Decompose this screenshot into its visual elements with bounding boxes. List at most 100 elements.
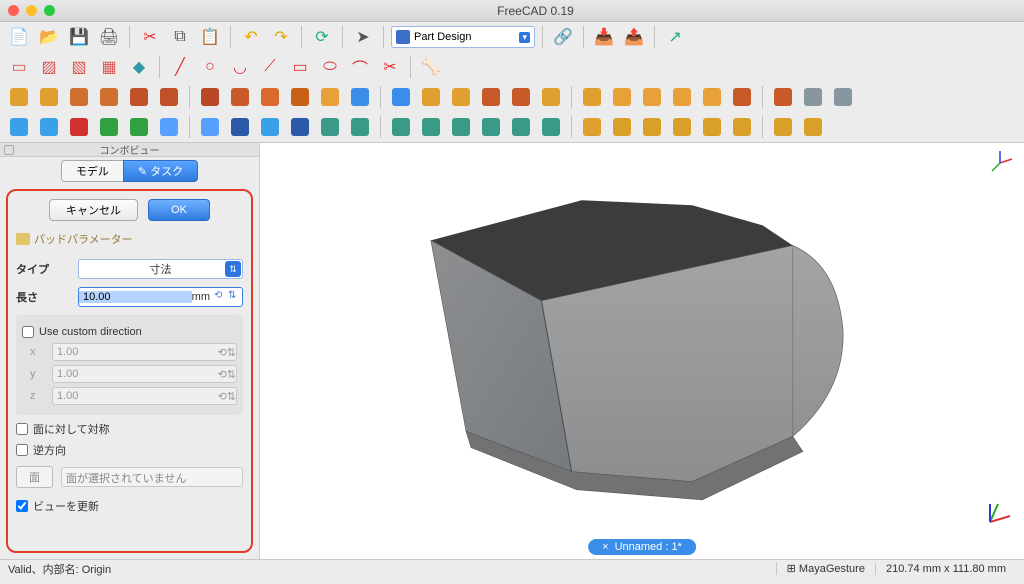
cut-icon[interactable]: ✂ (137, 24, 163, 50)
sketch-leave-icon[interactable]: ▦ (96, 54, 122, 80)
p26-icon[interactable] (800, 84, 826, 110)
status-nav[interactable]: ⊞ MayaGesture (776, 562, 875, 575)
v5-icon[interactable] (448, 114, 474, 140)
tab-model[interactable]: モデル (61, 160, 123, 182)
v1-icon[interactable] (317, 114, 343, 140)
paste-icon[interactable]: 📋 (197, 24, 223, 50)
length-input[interactable]: mm ⟲ ⇅ (78, 287, 243, 307)
cursor-icon[interactable]: ➤ (350, 24, 376, 50)
slot-icon[interactable]: ⬭ (317, 54, 343, 80)
length-value[interactable] (79, 291, 192, 303)
m4-icon[interactable] (699, 114, 725, 140)
p8-icon[interactable] (227, 84, 253, 110)
spin-updown-icon[interactable]: ⇅ (228, 290, 242, 304)
undo-icon[interactable]: ↶ (238, 24, 264, 50)
minimize-window-button[interactable] (26, 5, 37, 16)
fit-icon[interactable] (6, 114, 32, 140)
p22-icon[interactable] (669, 84, 695, 110)
p6-icon[interactable] (156, 84, 182, 110)
zoom-icon[interactable] (36, 114, 62, 140)
p20-icon[interactable] (609, 84, 635, 110)
zplus-icon[interactable] (257, 114, 283, 140)
close-window-button[interactable] (8, 5, 19, 16)
line-icon[interactable]: ╱ (167, 54, 193, 80)
bone-icon[interactable]: 🦴 (418, 54, 444, 80)
m3-icon[interactable] (669, 114, 695, 140)
p16-icon[interactable] (478, 84, 504, 110)
custom-direction-checkbox[interactable]: Use custom direction (22, 326, 237, 338)
type-select[interactable]: 寸法 ⇅ (78, 259, 243, 279)
p13-icon[interactable] (388, 84, 414, 110)
sketch-new-icon[interactable]: ▭ (6, 54, 32, 80)
link-icon[interactable]: 🔗 (550, 24, 576, 50)
sketch-map-icon[interactable]: ▧ (66, 54, 92, 80)
ok-button[interactable]: OK (148, 199, 210, 221)
iso-icon[interactable] (227, 114, 253, 140)
p2-icon[interactable] (36, 84, 62, 110)
panel-grip-icon[interactable] (4, 145, 14, 155)
p17-icon[interactable] (508, 84, 534, 110)
p11-icon[interactable] (317, 84, 343, 110)
workbench-selector[interactable]: Part Design ▾ (391, 26, 535, 48)
fillet-icon[interactable]: ⌒ (347, 54, 373, 80)
p10-icon[interactable] (287, 84, 313, 110)
v8-icon[interactable] (538, 114, 564, 140)
m6-icon[interactable] (770, 114, 796, 140)
arc-icon[interactable]: ◡ (227, 54, 253, 80)
face-field[interactable]: 面が選択されていません (61, 467, 243, 487)
p14-icon[interactable] (418, 84, 444, 110)
v3-icon[interactable] (388, 114, 414, 140)
p19-icon[interactable] (579, 84, 605, 110)
left-icon[interactable] (156, 114, 182, 140)
right-icon[interactable] (197, 114, 223, 140)
p25-icon[interactable] (770, 84, 796, 110)
select-icon[interactable] (96, 114, 122, 140)
p3-icon[interactable] (66, 84, 92, 110)
noview-icon[interactable] (66, 114, 92, 140)
p4-icon[interactable] (96, 84, 122, 110)
circle-icon[interactable]: ○ (197, 54, 223, 80)
p24-icon[interactable] (729, 84, 755, 110)
measure-icon[interactable] (579, 114, 605, 140)
share-icon[interactable]: ↗ (662, 24, 688, 50)
p15-icon[interactable] (448, 84, 474, 110)
rectangle-icon[interactable]: ▭ (287, 54, 313, 80)
tab-task[interactable]: ✎タスク (123, 160, 198, 182)
sketch-validate-icon[interactable]: ◆ (126, 54, 152, 80)
v4-icon[interactable] (418, 114, 444, 140)
symmetric-checkbox[interactable]: 面に対して対称 (16, 421, 243, 437)
3d-viewport[interactable]: × Unnamed : 1* (260, 143, 1024, 559)
update-view-checkbox[interactable]: ビューを更新 (16, 498, 243, 514)
new-file-icon[interactable]: 📄 (6, 24, 32, 50)
p23-icon[interactable] (699, 84, 725, 110)
reversed-checkbox[interactable]: 逆方向 (16, 442, 243, 458)
box-icon[interactable] (126, 114, 152, 140)
document-tab[interactable]: × Unnamed : 1* (588, 539, 696, 555)
p12-icon[interactable] (347, 84, 373, 110)
p1-icon[interactable] (6, 84, 32, 110)
trim-icon[interactable]: ✂ (377, 54, 403, 80)
p18-icon[interactable] (538, 84, 564, 110)
p5-icon[interactable] (126, 84, 152, 110)
v6-icon[interactable] (478, 114, 504, 140)
zoom-window-button[interactable] (44, 5, 55, 16)
export-icon[interactable]: 📤 (621, 24, 647, 50)
iso2-icon[interactable] (287, 114, 313, 140)
copy-icon[interactable]: ⧉ (167, 24, 193, 50)
cancel-button[interactable]: キャンセル (49, 199, 138, 221)
sketch-edit-icon[interactable]: ▨ (36, 54, 62, 80)
close-tab-icon[interactable]: × (602, 541, 608, 553)
m5-icon[interactable] (729, 114, 755, 140)
m7-icon[interactable] (800, 114, 826, 140)
p21-icon[interactable] (639, 84, 665, 110)
p7-icon[interactable] (197, 84, 223, 110)
face-button[interactable]: 面 (16, 466, 53, 488)
spin-reset-icon[interactable]: ⟲ (214, 290, 228, 304)
v7-icon[interactable] (508, 114, 534, 140)
save-file-icon[interactable]: 💾 (66, 24, 92, 50)
m1-icon[interactable] (609, 114, 635, 140)
refresh-icon[interactable]: ⟳ (309, 24, 335, 50)
p9-icon[interactable] (257, 84, 283, 110)
import-icon[interactable]: 📥 (591, 24, 617, 50)
print-icon[interactable]: 🖨 (96, 24, 122, 50)
